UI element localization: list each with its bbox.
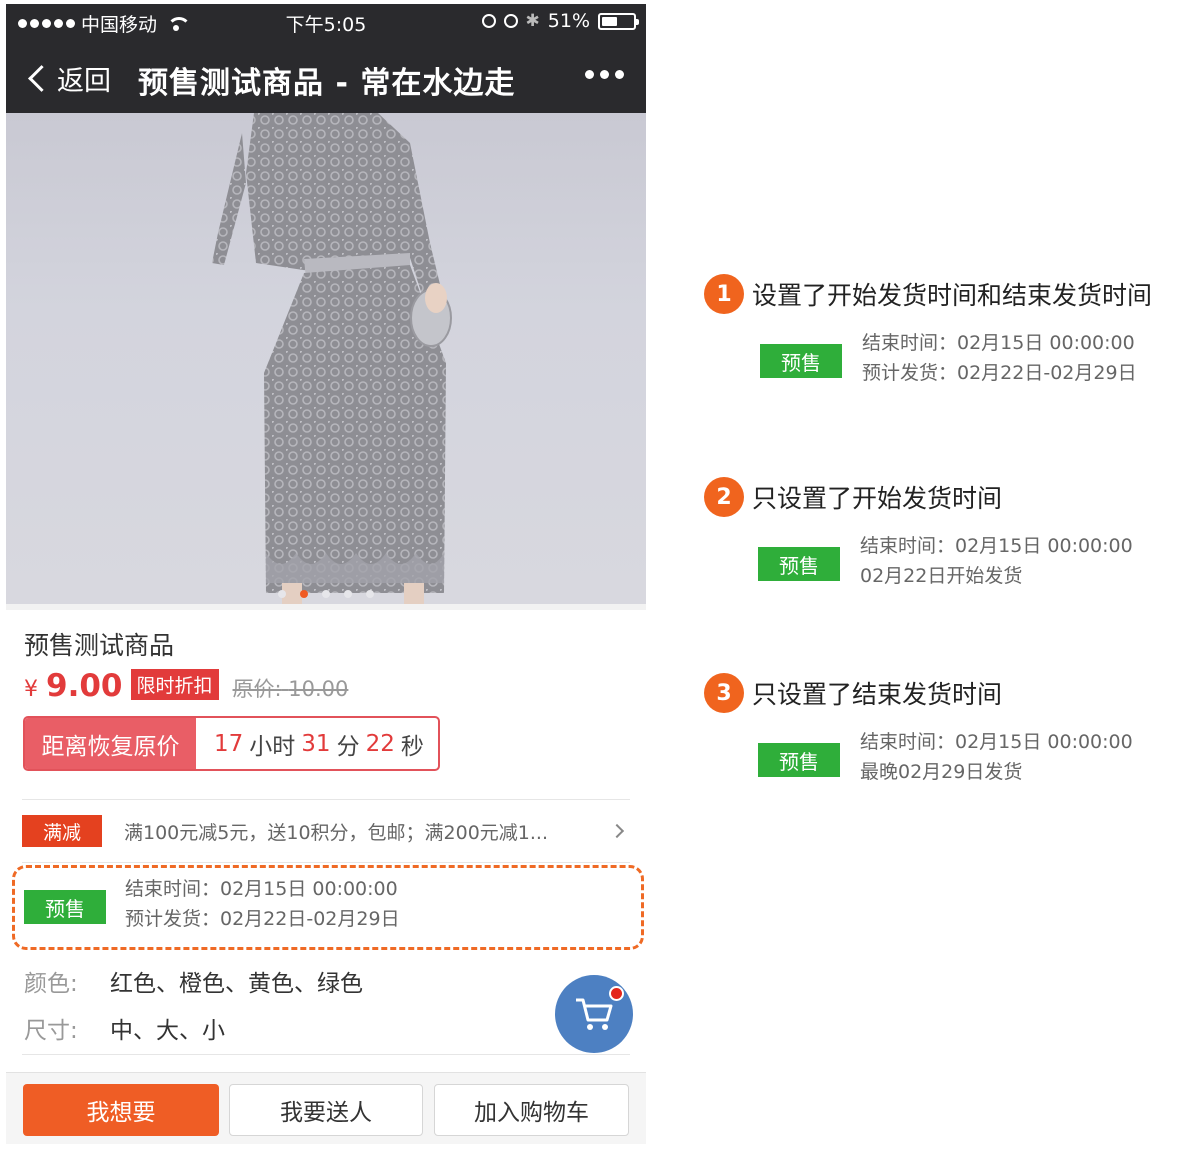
battery-percent: 51%	[547, 10, 590, 32]
phone-screen: 中国移动 下午5:05 ✱ 51% 返回 预售测试商品 - 常在水边走 预售测试…	[6, 4, 646, 1144]
pager-dot[interactable]	[322, 590, 330, 598]
more-menu-button[interactable]	[585, 70, 624, 79]
promo-row[interactable]: 满减 满100元减5元，送10积分，包邮；满200元减1...	[22, 800, 630, 862]
annotation-title: 只设置了开始发货时间	[752, 484, 1003, 513]
annotation-text: 结束时间：02月15日 00:00:00 02月22日开始发货	[860, 531, 1133, 591]
countdown-seconds: 22	[365, 730, 395, 757]
annotation-title: 设置了开始发货时间和结束发货时间	[752, 281, 1153, 310]
chevron-left-icon	[28, 65, 55, 92]
status-right: ✱ 51%	[481, 10, 639, 32]
annotation-head: 2 只设置了开始发货时间	[704, 477, 1184, 517]
page-title: 预售测试商品 - 常在水边走	[138, 66, 516, 101]
annotation-3: 3 只设置了结束发货时间 预售 结束时间：02月15日 00:00:00 最晚0…	[704, 673, 1184, 793]
bluetooth-icon: ✱	[525, 11, 540, 31]
original-price-label: 原价:	[232, 677, 282, 701]
currency-symbol: ¥	[24, 677, 38, 702]
presale-ship-time: 预计发货：02月22日-02月29日	[125, 908, 400, 930]
status-bar: 中国移动 下午5:05 ✱ 51%	[6, 4, 646, 40]
number-badge: 3	[704, 673, 744, 713]
spec-value: 中、大、小	[110, 1018, 225, 1044]
annotation-line-2: 02月22日开始发货	[860, 565, 1023, 587]
spec-value: 红色、橙色、黄色、绿色	[110, 971, 363, 997]
cart-badge-dot	[609, 986, 624, 1001]
sale-price: 9.00	[46, 668, 123, 704]
spec-color[interactable]: 颜色: 红色、橙色、黄色、绿色	[24, 964, 363, 998]
countdown-label: 距离恢复原价	[25, 718, 196, 769]
divider	[22, 1054, 630, 1055]
annotation-line-1: 结束时间：02月15日 00:00:00	[862, 332, 1135, 354]
presale-info: 预售 结束时间：02月15日 00:00:00 预计发货：02月22日-02月2…	[24, 876, 624, 946]
annotation-text: 结束时间：02月15日 00:00:00 预计发货：02月22日-02月29日	[862, 328, 1137, 388]
countdown-value: 17 小时 31 分 22 秒	[196, 718, 438, 769]
promo-tag: 满减	[22, 815, 102, 847]
presale-text: 结束时间：02月15日 00:00:00 预计发货：02月22日-02月29日	[125, 874, 400, 934]
promo-text: 满100元减5元，送10积分，包邮；满200元减1...	[124, 821, 549, 844]
spec-size[interactable]: 尺寸: 中、大、小	[24, 1011, 225, 1045]
annotation-head: 1 设置了开始发货时间和结束发货时间	[704, 274, 1184, 314]
back-button[interactable]: 返回	[22, 59, 111, 98]
annotation-line-2: 预计发货：02月22日-02月29日	[862, 362, 1137, 384]
section-divider	[6, 604, 646, 610]
annotation-line-2: 最晚02月29日发货	[860, 761, 1023, 783]
annotation-line-1: 结束时间：02月15日 00:00:00	[860, 731, 1133, 753]
presale-tag: 预售	[758, 743, 840, 777]
original-price: 原价: 10.00	[233, 673, 349, 703]
rotation-lock-icon	[481, 14, 496, 28]
countdown-timer: 距离恢复原价 17 小时 31 分 22 秒	[23, 716, 440, 771]
annotation-head: 3 只设置了结束发货时间	[704, 673, 1184, 713]
spec-key: 颜色:	[24, 971, 78, 997]
countdown-seconds-unit: 秒	[400, 733, 424, 760]
divider	[22, 862, 630, 863]
chevron-right-icon	[609, 823, 625, 839]
discount-badge: 限时折扣	[130, 669, 219, 700]
product-title: 预售测试商品	[24, 631, 175, 660]
countdown-minutes-unit: 分	[336, 733, 360, 760]
product-image[interactable]	[6, 113, 646, 604]
pager-dot[interactable]	[344, 590, 352, 598]
countdown-hours: 17	[214, 730, 244, 757]
dress-illustration	[212, 113, 452, 604]
back-label: 返回	[57, 66, 111, 97]
annotation-2: 2 只设置了开始发货时间 预售 结束时间：02月15日 00:00:00 02月…	[704, 477, 1184, 597]
alarm-icon	[503, 14, 518, 28]
image-pager[interactable]	[6, 590, 646, 598]
floating-cart-button[interactable]	[555, 975, 633, 1053]
nav-bar: 返回 预售测试商品 - 常在水边走	[6, 44, 646, 113]
number-badge: 2	[704, 477, 744, 517]
presale-tag: 预售	[758, 547, 840, 581]
top-bar: 中国移动 下午5:05 ✱ 51% 返回 预售测试商品 - 常在水边走	[6, 4, 646, 113]
pager-dot-active[interactable]	[300, 590, 308, 598]
spec-key: 尺寸:	[24, 1018, 78, 1044]
gift-button[interactable]: 我要送人	[229, 1084, 423, 1136]
annotation-1: 1 设置了开始发货时间和结束发货时间 预售 结束时间：02月15日 00:00:…	[704, 274, 1184, 394]
original-price-value: 10.00	[288, 677, 349, 701]
battery-level	[602, 16, 617, 26]
pager-dot[interactable]	[278, 590, 286, 598]
bottom-action-bar: 我想要 我要送人 加入购物车	[6, 1072, 646, 1144]
presale-tag: 预售	[24, 890, 106, 924]
annotation-text: 结束时间：02月15日 00:00:00 最晚02月29日发货	[860, 727, 1133, 787]
presale-end-time: 结束时间：02月15日 00:00:00	[125, 878, 398, 900]
annotation-title: 只设置了结束发货时间	[752, 680, 1003, 709]
countdown-minutes: 31	[301, 730, 331, 757]
pager-dot[interactable]	[366, 590, 374, 598]
presale-tag: 预售	[760, 344, 842, 378]
annotation-line-1: 结束时间：02月15日 00:00:00	[860, 535, 1133, 557]
battery-icon	[598, 12, 639, 30]
want-button[interactable]: 我想要	[23, 1084, 219, 1136]
number-badge: 1	[704, 274, 744, 314]
countdown-hours-unit: 小时	[249, 733, 296, 760]
shopping-cart-icon	[576, 998, 613, 1030]
add-to-cart-button[interactable]: 加入购物车	[434, 1084, 629, 1136]
price-row: ¥ 9.00 限时折扣 原价: 10.00	[24, 668, 348, 704]
